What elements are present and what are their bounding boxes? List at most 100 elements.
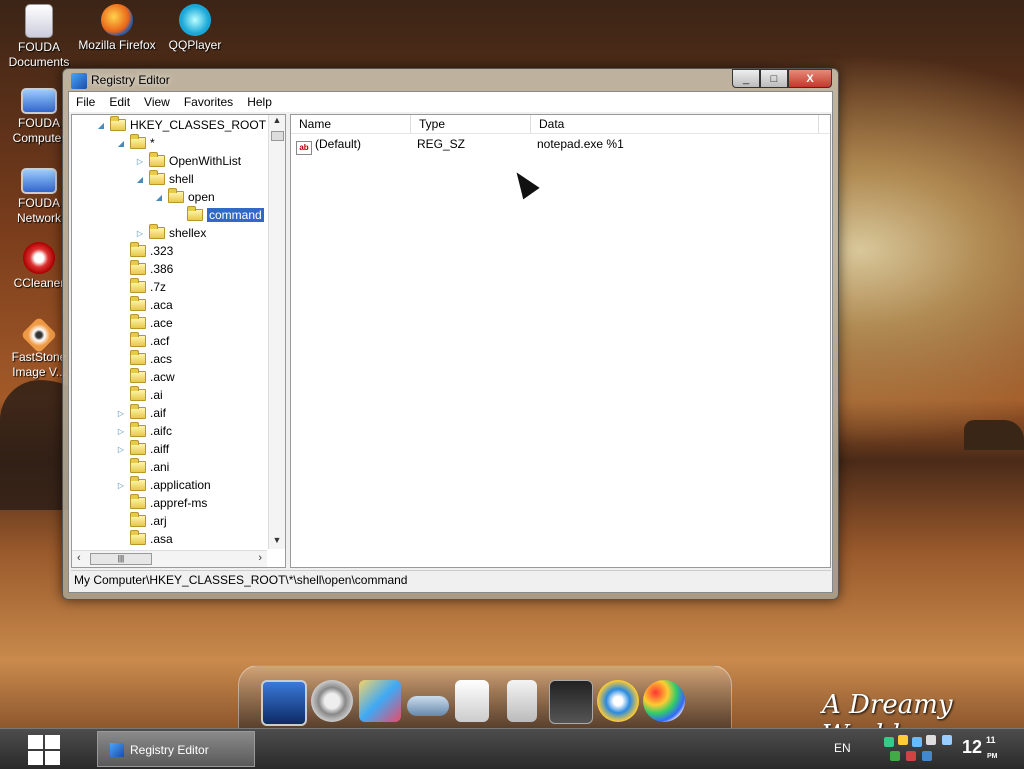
photos-icon[interactable] — [359, 680, 401, 722]
clock[interactable]: 12 11 PM — [962, 735, 998, 760]
tray-app-icon[interactable] — [884, 737, 894, 747]
network-status-icon[interactable] — [890, 751, 900, 761]
tree-horizontal-scrollbar[interactable]: ‹ ||| › — [72, 550, 267, 567]
tree-item[interactable]: .asa — [116, 530, 173, 548]
scroll-up-icon[interactable]: ▲ — [269, 115, 285, 129]
drive-icon[interactable] — [407, 696, 449, 716]
display-icon[interactable] — [549, 680, 593, 724]
value-type: REG_SZ — [417, 137, 466, 151]
tree-item[interactable]: .appref-ms — [116, 494, 207, 512]
expand-icon[interactable]: ▷ — [116, 445, 126, 454]
folder-icon — [130, 458, 146, 473]
collapse-icon[interactable]: ◢ — [154, 193, 164, 202]
column-header-type[interactable]: Type — [411, 115, 531, 133]
column-header-data[interactable]: Data — [531, 115, 819, 133]
menu-file[interactable]: File — [69, 95, 102, 109]
tree-item-shellex[interactable]: ▷ shellex — [135, 224, 206, 242]
tree-item-hkcr[interactable]: ◢ HKEY_CLASSES_ROOT — [96, 116, 266, 134]
tree-item-label: open — [188, 190, 215, 204]
collapse-icon[interactable]: ◢ — [135, 175, 145, 184]
warning-icon[interactable] — [898, 735, 908, 745]
document-icon[interactable] — [455, 680, 489, 722]
tray-app-icon[interactable] — [926, 735, 936, 745]
scroll-down-icon[interactable]: ▼ — [269, 535, 285, 549]
folder-icon — [149, 170, 165, 185]
scroll-left-icon[interactable]: ‹ — [77, 552, 81, 564]
clock-ampm: PM — [987, 753, 998, 760]
tree-item-label: .appref-ms — [150, 496, 208, 510]
tray-app-icon[interactable] — [922, 751, 932, 761]
menu-help[interactable]: Help — [240, 95, 279, 109]
tree-item-command[interactable]: command — [187, 206, 265, 224]
close-button[interactable]: X — [788, 69, 832, 88]
tree-item[interactable]: .acw — [116, 368, 175, 386]
desktop-icon-firefox[interactable]: Mozilla Firefox — [78, 4, 156, 53]
tree-item[interactable]: .386 — [116, 260, 173, 278]
tree-item-shell[interactable]: ◢ shell — [135, 170, 194, 188]
tree-item-openwithlist[interactable]: ▷ OpenWithList — [135, 152, 241, 170]
paint-palette-icon[interactable] — [643, 680, 685, 722]
desert-mesa-right — [964, 420, 1024, 450]
tree-item-label: HKEY_CLASSES_ROOT — [130, 118, 267, 132]
computer-icon — [21, 88, 57, 114]
expand-icon[interactable]: ▷ — [116, 481, 126, 490]
menu-edit[interactable]: Edit — [102, 95, 137, 109]
recycle-bin-icon[interactable] — [507, 680, 537, 722]
tree-item[interactable]: ▷ .application — [116, 476, 211, 494]
tree-item[interactable]: .aca — [116, 296, 173, 314]
tree-item-label: .ani — [150, 460, 170, 474]
scroll-thumb[interactable] — [271, 131, 284, 141]
minimize-button[interactable]: _ — [732, 69, 760, 88]
registry-values-list[interactable]: Name Type Data ab (Default) REG_SZ notepa… — [290, 114, 831, 568]
tree-item[interactable]: .ani — [116, 458, 169, 476]
collapse-icon[interactable]: ◢ — [116, 139, 126, 148]
internet-explorer-icon[interactable] — [597, 680, 639, 722]
tree-item[interactable]: ▷ .aifc — [116, 422, 172, 440]
expand-icon[interactable]: ▷ — [116, 409, 126, 418]
tree-item[interactable]: .acf — [116, 332, 169, 350]
tray-app-icon[interactable] — [906, 751, 916, 761]
tray-app-icon[interactable] — [912, 737, 922, 747]
language-indicator[interactable]: EN — [834, 741, 851, 755]
tree-vertical-scrollbar[interactable]: ▲ ▼ — [268, 115, 285, 549]
tree-item[interactable]: .323 — [116, 242, 173, 260]
menu-view[interactable]: View — [137, 95, 177, 109]
documents-icon — [25, 4, 53, 38]
tree-item-star[interactable]: ◢ * — [116, 134, 155, 152]
scroll-thumb[interactable]: ||| — [90, 553, 152, 565]
tree-item[interactable]: .ai — [116, 386, 163, 404]
folder-icon — [130, 404, 146, 419]
collapse-icon[interactable]: ◢ — [96, 121, 106, 130]
tree-item[interactable]: .acs — [116, 350, 172, 368]
desktop-icon-qqplayer[interactable]: QQPlayer — [156, 4, 234, 53]
scroll-right-icon[interactable]: › — [258, 552, 262, 564]
tree-item[interactable]: .arj — [116, 512, 167, 530]
tree-item[interactable]: .7z — [116, 278, 166, 296]
maximize-button[interactable]: □ — [760, 69, 788, 88]
registry-tree-pane[interactable]: ◢ HKEY_CLASSES_ROOT ◢ * ▷ OpenWithList ◢… — [71, 114, 286, 568]
tray-app-icon[interactable] — [942, 735, 952, 745]
tree-item[interactable]: ▷ .aiff — [116, 440, 169, 458]
tree-item-label: .aifc — [150, 424, 173, 438]
windows-logo-icon — [45, 735, 60, 749]
registry-editor-window[interactable]: Registry Editor _ □ X File Edit View Fav… — [62, 68, 839, 600]
expand-icon[interactable]: ▷ — [135, 157, 145, 166]
monitor-icon[interactable] — [261, 680, 307, 726]
start-button[interactable] — [26, 733, 62, 765]
folder-icon — [130, 332, 146, 347]
value-name: (Default) — [315, 137, 362, 151]
expand-icon[interactable]: ▷ — [135, 229, 145, 238]
menu-favorites[interactable]: Favorites — [177, 95, 240, 109]
settings-gear-icon[interactable] — [311, 680, 353, 722]
tree-item[interactable]: .ace — [116, 314, 173, 332]
desktop-icon-label: QQPlayer — [168, 38, 222, 52]
tree-item-label-selected: command — [206, 207, 265, 223]
folder-icon — [110, 116, 126, 131]
taskbar-item-registry-editor[interactable]: Registry Editor — [97, 731, 255, 767]
desktop-icon-documents[interactable]: FOUDA Documents — [0, 4, 78, 70]
tree-item[interactable]: ▷ .aif — [116, 404, 166, 422]
tree-item-open[interactable]: ◢ open — [154, 188, 215, 206]
expand-icon[interactable]: ▷ — [116, 427, 126, 436]
column-header-name[interactable]: Name — [291, 115, 411, 133]
folder-icon — [130, 512, 146, 527]
